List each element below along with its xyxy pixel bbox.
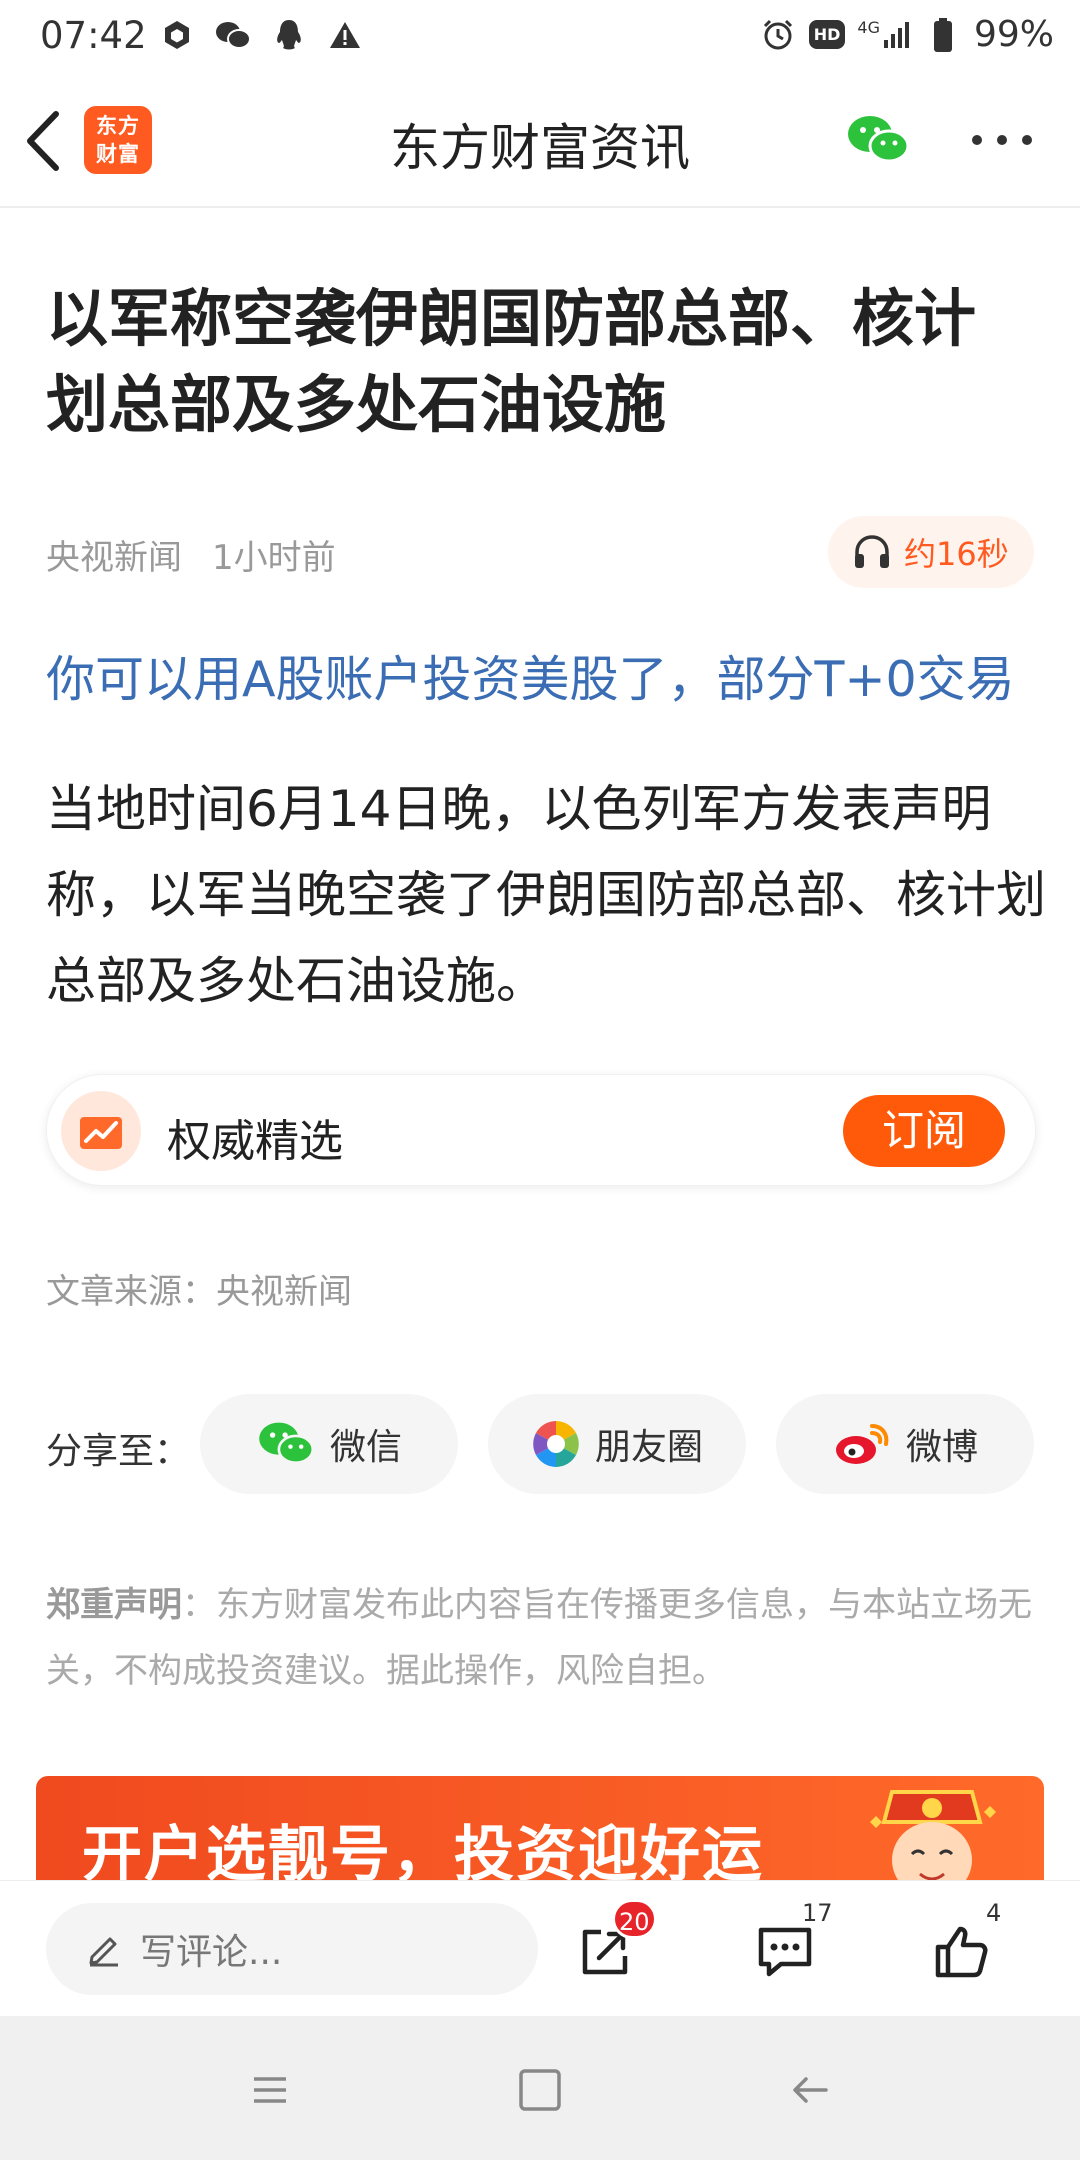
share-label: 分享至： — [46, 1431, 191, 1472]
article-body: 当地时间6月14日晚，以色列军方发表声明称，以军当晚空袭了伊朗国防部总部、核计划… — [46, 780, 1046, 1010]
chart-trend-icon — [61, 1091, 141, 1171]
wechat-share-button[interactable] — [846, 112, 910, 168]
disclaimer-title: 郑重声明 — [46, 1585, 182, 1625]
warning-notification-icon — [326, 16, 364, 54]
listen-duration: 约16秒 — [904, 535, 1009, 573]
network-type-label: 4G — [857, 17, 880, 37]
home-button[interactable] — [510, 2060, 570, 2120]
wechat-icon — [848, 116, 910, 163]
listen-button[interactable]: 约16秒 — [828, 516, 1034, 588]
alarm-icon — [759, 16, 797, 54]
more-dot-icon — [997, 135, 1007, 145]
bottom-action-bar: 写评论... 20 17 4 — [0, 1880, 1080, 2016]
recent-apps-button[interactable] — [240, 2060, 300, 2120]
share-wechat-label: 微信 — [329, 1427, 402, 1468]
thumbs-up-icon — [935, 1926, 988, 1978]
share-weibo-label: 微博 — [905, 1427, 978, 1468]
promo-link[interactable]: 你可以用A股账户投资美股了，部分T+0交易 — [46, 640, 1015, 711]
more-dot-icon — [972, 135, 982, 145]
ad-banner[interactable]: 开户选靓号，投资迎好运 — [36, 1776, 1044, 1884]
fortune-god-icon — [870, 1790, 996, 1884]
system-status-icons: HD 4G 99% — [759, 14, 1054, 55]
share-weibo-button[interactable]: 微博 — [776, 1394, 1034, 1494]
share-moments-label: 朋友圈 — [594, 1427, 703, 1468]
app-header: 东方 财富 东方财富资讯 — [0, 72, 1080, 208]
article-source-line: 文章来源：央视新闻 — [46, 1272, 352, 1312]
page-title: 东方财富资讯 — [390, 119, 690, 177]
status-bar: 07:42 HD 4G 99% — [0, 0, 1080, 72]
qq-notification-icon — [270, 16, 308, 54]
menu-lines-icon — [254, 2077, 286, 2103]
more-options-button[interactable] — [972, 120, 1032, 160]
subscription-label: 权威精选 — [167, 1116, 343, 1167]
network-icon: 4G — [857, 17, 912, 50]
article-meta: 央视新闻 1小时前 — [46, 530, 336, 579]
subscription-card[interactable]: 权威精选 订阅 — [46, 1074, 1036, 1186]
share-moments-button[interactable]: 朋友圈 — [488, 1394, 746, 1494]
disclaimer: 郑重声明：东方财富发布此内容旨在传播更多信息，与本站立场无关，不构成投资建议。据… — [46, 1572, 1036, 1704]
comment-bubble-icon — [758, 1927, 812, 1977]
battery-percent: 99% — [973, 14, 1054, 55]
comment-input[interactable]: 写评论... — [46, 1903, 538, 1995]
pencil-icon — [89, 1937, 118, 1967]
system-navigation-bar — [0, 2016, 1080, 2160]
status-time: 07:42 — [40, 14, 147, 57]
comment-placeholder: 写评论... — [140, 1932, 283, 1973]
wechat-icon — [259, 1422, 315, 1465]
moments-aperture-icon — [532, 1421, 579, 1467]
comment-count: 17 — [802, 1899, 833, 1927]
headphones-icon — [855, 535, 889, 568]
hd-icon: HD — [808, 20, 846, 49]
disclaimer-text: ：东方财富发布此内容旨在传播更多信息，与本站立场无关，不构成投资建议。据此操作，… — [46, 1585, 1032, 1691]
article-time: 1小时前 — [212, 538, 336, 578]
ad-banner-text: 开户选靓号，投资迎好运 — [82, 1820, 764, 1884]
like-count: 4 — [986, 1899, 1002, 1927]
like-button[interactable]: 4 — [916, 1899, 1006, 1997]
comments-button[interactable]: 17 — [740, 1899, 833, 1997]
share-wechat-button[interactable]: 微信 — [200, 1394, 458, 1494]
share-button[interactable]: 20 — [560, 1899, 657, 1997]
article-title: 以军称空袭伊朗国防部总部、核计划总部及多处石油设施 — [46, 282, 977, 441]
subscribe-button[interactable]: 订阅 — [843, 1095, 1005, 1167]
wechat-notification-icon — [214, 16, 252, 54]
share-count-badge: 20 — [612, 1899, 657, 1939]
system-back-button[interactable] — [780, 2060, 840, 2120]
battery-icon — [924, 16, 962, 54]
article-source[interactable]: 央视新闻 — [46, 538, 182, 578]
weibo-icon — [835, 1424, 889, 1464]
home-square-icon — [519, 2069, 561, 2111]
shield-notification-icon — [158, 16, 196, 54]
notification-icons — [158, 16, 364, 54]
more-dot-icon — [1022, 135, 1032, 145]
back-arrow-icon — [793, 2077, 828, 2103]
